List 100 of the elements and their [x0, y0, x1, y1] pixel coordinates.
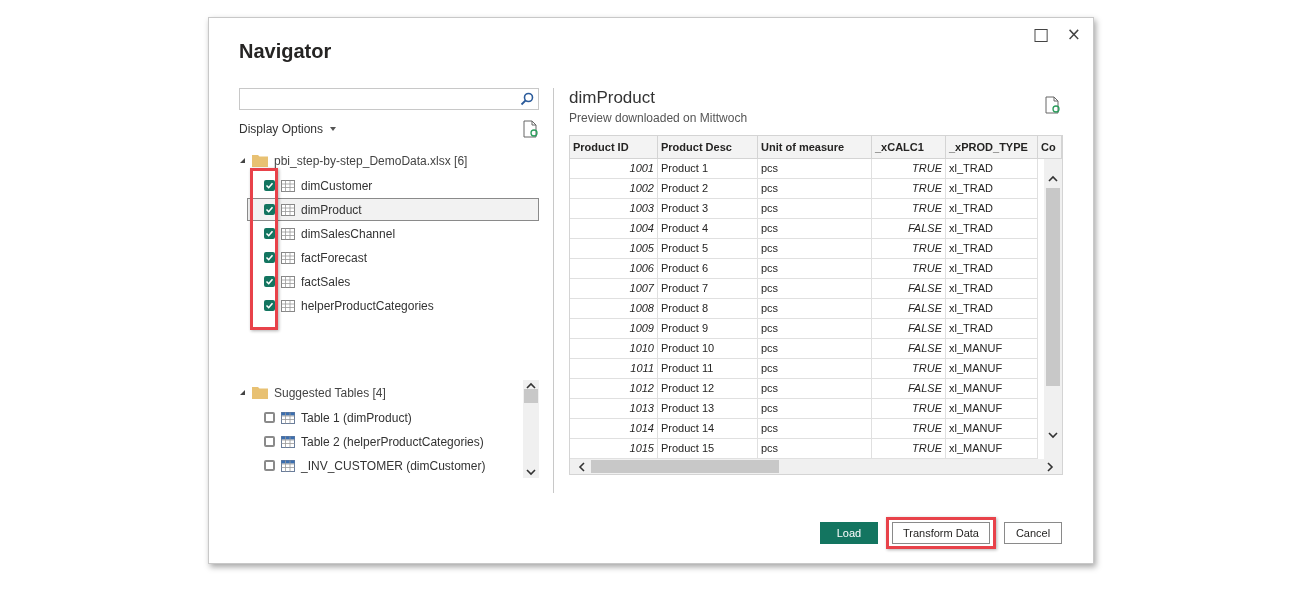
expand-caret-icon[interactable]: [239, 157, 246, 164]
table-cell: xl_TRAD: [946, 299, 1038, 319]
expand-caret-icon[interactable]: [239, 389, 246, 396]
table-icon: [281, 459, 295, 472]
tree-item[interactable]: factSales: [247, 270, 539, 293]
table-cell: 1014: [570, 419, 658, 439]
table-cell: 1008: [570, 299, 658, 319]
table-cell: pcs: [758, 219, 872, 239]
display-options-dropdown[interactable]: Display Options: [239, 122, 337, 136]
folder-icon: [252, 154, 268, 167]
table-icon: [281, 179, 295, 192]
checkbox[interactable]: [264, 252, 275, 263]
table-cell: Product 13: [658, 399, 758, 419]
load-button[interactable]: Load: [820, 522, 878, 544]
table-cell: 1002: [570, 179, 658, 199]
tree-item[interactable]: helperProductCategories: [247, 294, 539, 317]
table-cell: FALSE: [872, 339, 946, 359]
table-cell: xl_TRAD: [946, 219, 1038, 239]
window-title: Navigator: [239, 40, 332, 63]
table-cell: TRUE: [872, 419, 946, 439]
table-icon: [281, 227, 295, 240]
close-button[interactable]: ×: [1064, 24, 1083, 44]
table-icon: [281, 411, 295, 424]
scrollbar-thumb[interactable]: [1046, 188, 1060, 386]
checkbox[interactable]: [264, 180, 275, 191]
tree-item[interactable]: dimCustomer: [247, 174, 539, 197]
table-cell: 1006: [570, 259, 658, 279]
checkbox[interactable]: [264, 228, 275, 239]
vertical-scrollbar[interactable]: [1044, 159, 1062, 459]
caret-icon: [330, 127, 337, 131]
column-header: _xCALC1: [872, 136, 946, 159]
table-cell: Product 2: [658, 179, 758, 199]
table-cell: 1001: [570, 159, 658, 179]
table-cell: xl_MANUF: [946, 359, 1038, 379]
refresh-file-icon[interactable]: [1045, 96, 1061, 114]
table-cell: pcs: [758, 179, 872, 199]
table-cell: pcs: [758, 319, 872, 339]
scrollbar-thumb[interactable]: [591, 460, 779, 473]
folder-label[interactable]: pbi_step-by-step_DemoData.xlsx [6]: [274, 153, 468, 168]
table-cell: Product 10: [658, 339, 758, 359]
column-header: _xPROD_TYPE: [946, 136, 1038, 159]
dialog-button[interactable]: Transform Data: [892, 522, 990, 544]
maximize-button[interactable]: □: [1030, 24, 1051, 44]
table-cell: Product 6: [658, 259, 758, 279]
table-cell: 1009: [570, 319, 658, 339]
checkbox[interactable]: [264, 436, 275, 447]
table-cell: TRUE: [872, 239, 946, 259]
table-cell: xl_MANUF: [946, 379, 1038, 399]
table-cell: Product 9: [658, 319, 758, 339]
table-cell: Product 11: [658, 359, 758, 379]
checkbox[interactable]: [264, 460, 275, 471]
tree-item[interactable]: _INV_CUSTOMER (dimCustomer): [247, 454, 523, 477]
table-cell: TRUE: [872, 259, 946, 279]
tree-item[interactable]: Table 2 (helperProductCategories): [247, 430, 523, 453]
checkbox[interactable]: [264, 276, 275, 287]
tree-item[interactable]: dimSalesChannel: [247, 222, 539, 245]
table-cell: xl_TRAD: [946, 159, 1038, 179]
checkbox[interactable]: [264, 204, 275, 215]
table-cell: pcs: [758, 379, 872, 399]
dialog-button[interactable]: Cancel: [1004, 522, 1062, 544]
table-cell: xl_TRAD: [946, 279, 1038, 299]
table-cell: 1007: [570, 279, 658, 299]
tree-item-label: Table 1 (dimProduct): [301, 410, 412, 425]
folder-label[interactable]: Suggested Tables [4]: [274, 385, 386, 400]
table-cell: pcs: [758, 359, 872, 379]
preview-subtitle: Preview downloaded on Mittwoch: [569, 111, 748, 125]
table-icon: [281, 203, 295, 216]
table-cell: pcs: [758, 299, 872, 319]
table-cell: TRUE: [872, 159, 946, 179]
tree-item-label: dimSalesChannel: [301, 226, 396, 241]
table-cell: TRUE: [872, 359, 946, 379]
checkbox[interactable]: [264, 300, 275, 311]
vertical-scrollbar[interactable]: [523, 380, 539, 478]
table-cell: 1005: [570, 239, 658, 259]
table-cell: 1011: [570, 359, 658, 379]
table-cell: FALSE: [872, 319, 946, 339]
table-cell: 1012: [570, 379, 658, 399]
table-cell: pcs: [758, 419, 872, 439]
tree-item[interactable]: dimProduct: [247, 198, 539, 221]
table-cell: FALSE: [872, 299, 946, 319]
preview-title: dimProduct: [569, 88, 656, 108]
table-icon: [281, 299, 295, 312]
tree-item[interactable]: factForecast: [247, 246, 539, 269]
horizontal-scrollbar[interactable]: [570, 459, 1062, 474]
table-cell: TRUE: [872, 399, 946, 419]
tree-item[interactable]: Table 1 (dimProduct): [247, 406, 523, 429]
tree-item-label: factForecast: [301, 250, 368, 265]
table-cell: FALSE: [872, 279, 946, 299]
table-cell: 1013: [570, 399, 658, 419]
search-field[interactable]: [239, 88, 539, 110]
table-cell: 1004: [570, 219, 658, 239]
scrollbar-thumb[interactable]: [524, 389, 538, 403]
table-cell: FALSE: [872, 379, 946, 399]
table-cell: pcs: [758, 259, 872, 279]
table-cell: Product 12: [658, 379, 758, 399]
refresh-file-icon[interactable]: [523, 120, 539, 138]
table-cell: xl_TRAD: [946, 179, 1038, 199]
table-cell: xl_TRAD: [946, 239, 1038, 259]
table-cell: xl_TRAD: [946, 259, 1038, 279]
checkbox[interactable]: [264, 412, 275, 423]
